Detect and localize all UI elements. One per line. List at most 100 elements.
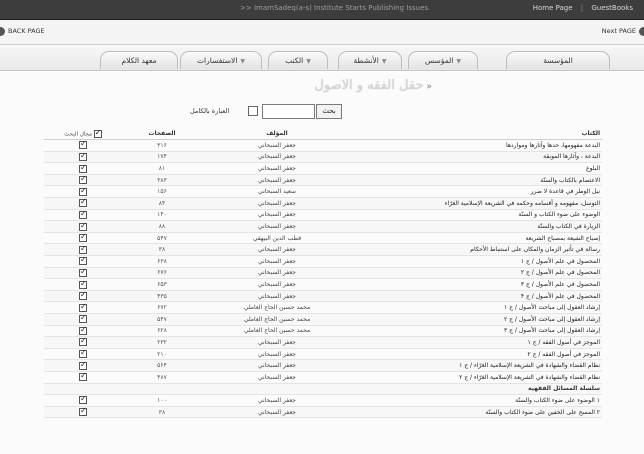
book-title-link[interactable]: نظام القضاء والشهادة في الشريعة الإسلامي… xyxy=(352,359,602,372)
book-pages: ۶۵٣ xyxy=(122,278,202,291)
search-checkbox[interactable] xyxy=(79,198,87,208)
back-page-button[interactable]: BACK PAGE xyxy=(0,25,45,38)
book-title-link[interactable]: المحصول في علم الأصول / ج ٣ xyxy=(352,278,602,291)
book-title-link[interactable]: إرشاد العقول إلى مباحث الأصول / ج ٣ xyxy=(352,325,602,338)
search-checkbox[interactable] xyxy=(79,140,87,150)
table-row: البلوغ جعفر السبحاني ٨١ xyxy=(44,162,602,175)
search-checkbox[interactable] xyxy=(79,337,87,347)
search-checkbox[interactable] xyxy=(79,371,87,382)
row-checkbox-cell xyxy=(44,359,122,372)
book-author: جعفر السبحاني xyxy=(202,406,352,419)
search-checkbox[interactable] xyxy=(79,395,87,405)
next-page-button[interactable]: Next PAGE xyxy=(602,25,644,38)
top-links-separator: | xyxy=(580,4,584,12)
row-checkbox-cell xyxy=(44,278,122,291)
main-menu: المؤسسة المؤسس ▼ الأنشطة ▼ الكتب ▼ الاستفسا… xyxy=(0,45,644,71)
book-pages: ۵۴٧ xyxy=(122,313,202,326)
search-checkbox[interactable] xyxy=(79,232,87,243)
section-heading: سلسلة المسائل الفقهية xyxy=(352,383,602,396)
search-input[interactable] xyxy=(262,104,315,119)
menu-tab-kalam-institute[interactable]: معهد الكلام xyxy=(100,51,178,69)
search-checkbox[interactable] xyxy=(79,151,87,161)
book-author: جعفر السبحاني xyxy=(202,278,352,291)
book-author: جعفر السبحاني xyxy=(202,197,352,210)
title-bullet: » xyxy=(426,82,432,92)
row-checkbox-cell xyxy=(44,151,122,164)
table-row: نيل الوطر في قاعدة لا ضرر سعيد السبحاني ١۵… xyxy=(44,185,602,199)
book-title-link[interactable]: نظام القضاء والشهادة في الشريعة الإسلامي… xyxy=(352,371,602,384)
row-checkbox-cell xyxy=(44,371,122,384)
book-author: جعفر السبحاني xyxy=(202,290,352,303)
book-pages: ۵۶۴ xyxy=(122,359,202,372)
guestbooks-link[interactable]: GuestBooks xyxy=(588,4,636,12)
search-checkbox[interactable] xyxy=(79,221,87,231)
table-row: التوسل، مفهومه و أقسامه وحكمه في الشريعة… xyxy=(44,197,602,210)
search-checkbox[interactable] xyxy=(79,314,87,324)
book-title-link[interactable]: البلوغ xyxy=(352,162,602,175)
book-title-link[interactable]: رسالة في تأثير الزمان والمكان على استنبا… xyxy=(352,243,602,257)
book-title-link[interactable]: ٢ المسح على الخفين على ضوء الكتاب والسنّ… xyxy=(352,406,602,419)
home-page-link[interactable]: Home Page xyxy=(530,4,576,12)
search-checkbox[interactable] xyxy=(79,163,87,173)
menu-tab-activities[interactable]: الأنشطة ▼ xyxy=(338,51,402,69)
book-title-link[interactable]: المحصول في علم الأصول / ج ١ xyxy=(352,255,602,268)
table-row: البدعة مفهومها، حدها وآثارها ومواردها جعف… xyxy=(44,139,602,152)
book-title-link[interactable]: المحصول في علم الأصول / ج ۴ xyxy=(352,290,602,303)
book-title-link[interactable]: إرشاد العقول إلى مباحث الأصول / ج ٢ xyxy=(352,313,602,326)
row-checkbox-cell xyxy=(44,406,122,419)
book-author: سعيد السبحاني xyxy=(202,185,352,199)
row-checkbox-cell xyxy=(44,313,122,326)
book-title-link[interactable]: الاعتصام بالكتاب والسنّة xyxy=(352,174,602,187)
book-title-link[interactable]: الوضوء على ضوء الكتاب و السنّة xyxy=(352,209,602,222)
book-title-link[interactable]: المحصول في علم الأصول / ج ٢ xyxy=(352,267,602,280)
select-all-checkbox[interactable] xyxy=(93,128,102,138)
book-title-link[interactable]: البدعة ، وآثارها الموبقة xyxy=(352,151,602,164)
book-title-link[interactable]: ١ الوضوء على ضوء الكتاب والسنّة xyxy=(352,394,602,407)
book-title-link[interactable]: إرشاد العقول إلى مباحث الأصول / ج ١ xyxy=(352,301,602,314)
menu-tab-books[interactable]: الكتب ▼ xyxy=(268,51,328,69)
menu-tab-institution[interactable]: المؤسسة xyxy=(506,51,610,69)
top-bar: >> ImamSadeq(a-s) Institute Starts Publi… xyxy=(0,0,644,20)
book-author: جعفر السبحاني xyxy=(202,267,352,280)
search-checkbox[interactable] xyxy=(79,279,87,289)
book-pages: ١۴٠ xyxy=(122,209,202,222)
book-title-link[interactable]: الموجز في أصول الفقه / ج ١ xyxy=(352,336,602,349)
book-author xyxy=(202,383,352,396)
search-checkbox[interactable] xyxy=(79,267,87,277)
search-checkbox[interactable] xyxy=(79,186,87,196)
book-title-link[interactable]: الزيارة في الكتاب والسنّة xyxy=(352,220,602,233)
table-row: إرشاد العقول إلى مباحث الأصول / ج ١ محمد … xyxy=(44,301,602,314)
search-checkbox[interactable] xyxy=(79,174,87,185)
page-title-text: حقل الفقه و الاصول xyxy=(314,78,424,93)
column-header-book[interactable]: الكتاب xyxy=(352,128,602,141)
search-checkbox[interactable] xyxy=(79,290,87,301)
book-title-link[interactable]: البدعة مفهومها، حدها وآثارها ومواردها xyxy=(352,139,602,152)
book-title-link[interactable]: التوسل، مفهومه و أقسامه وحكمه في الشريعة… xyxy=(352,197,602,210)
search-checkbox[interactable] xyxy=(79,302,87,312)
column-header-pages[interactable]: الصفحات xyxy=(122,128,202,141)
news-ticker[interactable]: >> ImamSadeq(a-s) Institute Starts Publi… xyxy=(240,4,430,12)
book-title-link[interactable]: الموجز في أصول الفقه / ج ٢ xyxy=(352,348,602,361)
table-row: المحصول في علم الأصول / ج ٢ جعفر السبحاني… xyxy=(44,267,602,280)
search-checkbox[interactable] xyxy=(79,244,87,254)
table-row: إرشاد العقول إلى مباحث الأصول / ج ٢ محمد … xyxy=(44,313,602,326)
search-checkbox[interactable] xyxy=(79,360,87,370)
row-checkbox-cell xyxy=(44,232,122,245)
search-button[interactable]: بحث xyxy=(316,104,342,119)
menu-tab-inquiries[interactable]: الاستفسارات ▼ xyxy=(180,51,262,69)
search-checkbox[interactable] xyxy=(79,325,87,335)
book-author: جعفر السبحاني xyxy=(202,348,352,361)
column-header-author[interactable]: المؤلف xyxy=(202,128,352,141)
search-checkbox[interactable] xyxy=(79,256,87,266)
search-checkbox[interactable] xyxy=(79,209,87,219)
book-title-link[interactable]: نيل الوطر في قاعدة لا ضرر xyxy=(352,185,602,199)
menu-tab-founder[interactable]: المؤسس ▼ xyxy=(408,51,478,69)
table-row: المحصول في علم الأصول / ج ٣ جعفر السبحاني… xyxy=(44,278,602,291)
chevron-down-icon: ▼ xyxy=(456,58,462,65)
column-header-search-field[interactable]: مجال البحث xyxy=(44,128,122,141)
search-checkbox[interactable] xyxy=(79,406,87,417)
book-title-link[interactable]: إصباح الشيعة بمصباح الشريعة xyxy=(352,232,602,245)
exact-phrase-checkbox[interactable] xyxy=(248,106,258,116)
book-author: جعفر السبحاني xyxy=(202,394,352,407)
search-checkbox[interactable] xyxy=(79,348,87,359)
